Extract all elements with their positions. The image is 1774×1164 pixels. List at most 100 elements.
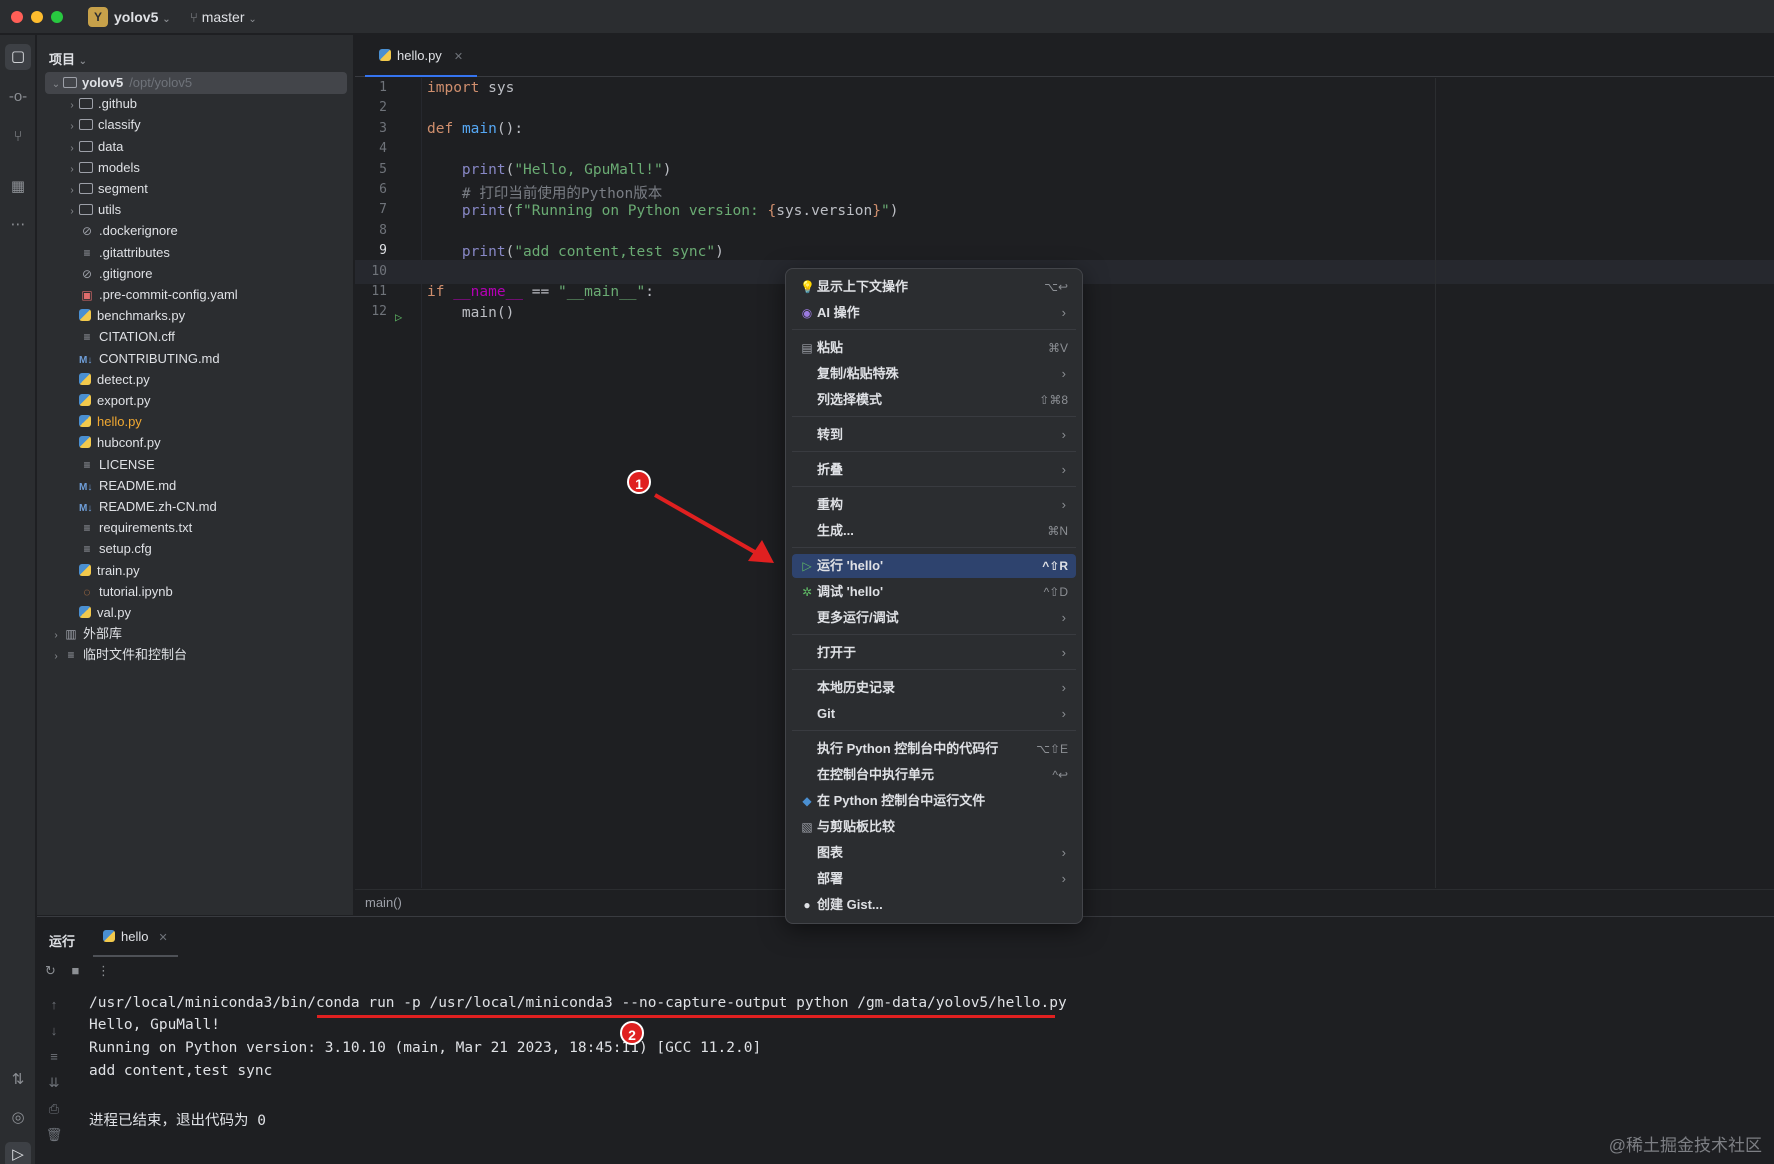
tree-item[interactable]: › .github bbox=[45, 93, 347, 115]
scroll-down-icon[interactable]: ↓ bbox=[45, 1023, 63, 1038]
tree-item[interactable]: › models bbox=[45, 157, 347, 179]
tree-item[interactable]: ◌ tutorial.ipynb bbox=[45, 581, 347, 603]
vcs-icon[interactable]: ⇅ bbox=[8, 1070, 28, 1090]
line-number: 10 bbox=[371, 263, 387, 279]
menu-item-0[interactable]: 💡 显示上下文操作 ⌥↩ bbox=[792, 275, 1076, 299]
close-window-button[interactable] bbox=[11, 11, 23, 23]
menu-item-7[interactable]: 重构 › bbox=[792, 493, 1076, 517]
line-number: 7 bbox=[379, 202, 387, 218]
tree-item[interactable]: › data bbox=[45, 136, 347, 158]
close-icon[interactable]: ✕ bbox=[158, 932, 167, 944]
menu-item-19[interactable]: 图表 › bbox=[792, 841, 1076, 865]
more-icon[interactable]: ⋯ bbox=[8, 215, 28, 235]
tree-item[interactable]: › segment bbox=[45, 178, 347, 200]
menu-item-5[interactable]: 转到 › bbox=[792, 423, 1076, 447]
menu-item-10[interactable]: ✲ 调试 'hello' ^⇧D bbox=[792, 580, 1076, 604]
run-toolbar: ↻ ■ ⋮ bbox=[45, 963, 110, 979]
menu-separator bbox=[792, 730, 1076, 731]
tree-item[interactable]: ⊘ .dockerignore bbox=[45, 220, 347, 242]
tree-scratches[interactable]: › ≡ 临时文件和控制台 bbox=[45, 644, 347, 666]
trash-icon[interactable]: 🗑 bbox=[45, 1127, 63, 1143]
tree-item[interactable]: ≡ .gitattributes bbox=[45, 242, 347, 264]
menu-item-label: 复制/粘贴特殊 bbox=[817, 366, 899, 381]
rerun-icon[interactable]: ↻ bbox=[45, 963, 56, 978]
minimize-window-button[interactable] bbox=[31, 11, 43, 23]
annotation-underline bbox=[317, 1015, 1055, 1018]
project-badge[interactable]: Y bbox=[88, 7, 108, 27]
branch-switcher[interactable]: ⑂ master ⌄ bbox=[190, 9, 257, 25]
menu-item-6[interactable]: 折叠 › bbox=[792, 458, 1076, 482]
structure-icon[interactable]: ▦ bbox=[8, 177, 28, 197]
commit-icon[interactable]: -o- bbox=[8, 87, 28, 107]
menu-item-shortcut: ⌥⇧E bbox=[1036, 742, 1068, 756]
menu-item-shortcut: ^⇧R bbox=[1042, 559, 1068, 573]
pull-requests-icon[interactable]: ⑂ bbox=[8, 127, 28, 147]
menu-item-14[interactable]: Git › bbox=[792, 702, 1076, 726]
menu-item-17[interactable]: ◆ 在 Python 控制台中运行文件 bbox=[792, 789, 1076, 813]
folder-icon bbox=[79, 140, 93, 152]
zoom-window-button[interactable] bbox=[51, 11, 63, 23]
tree-item[interactable]: ≡ requirements.txt bbox=[45, 517, 347, 539]
tree-item[interactable]: › utils bbox=[45, 199, 347, 221]
menu-item-12[interactable]: 打开于 › bbox=[792, 641, 1076, 665]
menu-item-15[interactable]: 执行 Python 控制台中的代码行 ⌥⇧E bbox=[792, 737, 1076, 761]
tree-item[interactable]: ≡ CITATION.cff bbox=[45, 326, 347, 348]
tree-item[interactable]: ≡ LICENSE bbox=[45, 454, 347, 476]
menu-item-1[interactable]: ◉ AI 操作 › bbox=[792, 301, 1076, 325]
menu-item-3[interactable]: 复制/粘贴特殊 › bbox=[792, 362, 1076, 386]
tree-item[interactable]: ≡ setup.cfg bbox=[45, 538, 347, 560]
menu-item-18[interactable]: ▧ 与剪贴板比较 bbox=[792, 815, 1076, 839]
print-icon[interactable]: ⎙ bbox=[45, 1101, 63, 1117]
tree-item[interactable]: export.py bbox=[45, 390, 347, 412]
console-line: Running on Python version: 3.10.10 (main… bbox=[89, 1040, 762, 1056]
tree-item[interactable]: M↓ README.zh-CN.md bbox=[45, 496, 347, 518]
run-gutter-icon[interactable]: ▷ bbox=[395, 310, 402, 324]
tree-item[interactable]: M↓ CONTRIBUTING.md bbox=[45, 348, 347, 370]
menu-item-9[interactable]: ▷ 运行 'hello' ^⇧R bbox=[792, 554, 1076, 578]
python-file-icon bbox=[79, 394, 91, 406]
tree-item[interactable]: val.py bbox=[45, 602, 347, 624]
line-number: 2 bbox=[379, 100, 387, 116]
run-tab-label: hello bbox=[121, 929, 149, 944]
python-file-icon bbox=[79, 372, 91, 385]
menu-item-8[interactable]: 生成... ⌘N bbox=[792, 519, 1076, 543]
folder-icon[interactable]: ▢ bbox=[5, 44, 31, 70]
tree-item[interactable]: › classify bbox=[45, 114, 347, 136]
stop-icon[interactable]: ■ bbox=[72, 963, 80, 978]
menu-item-16[interactable]: 在控制台中执行单元 ^↩ bbox=[792, 763, 1076, 787]
soft-wrap-icon[interactable]: ≡ bbox=[45, 1049, 63, 1064]
project-panel-title[interactable]: 项目 ⌄ bbox=[49, 49, 87, 68]
chevron-right-icon: › bbox=[1061, 462, 1066, 477]
tree-item-label: CONTRIBUTING.md bbox=[99, 350, 220, 366]
right-margin-guide bbox=[1435, 78, 1436, 888]
tree-external-libraries[interactable]: › ▥ 外部库 bbox=[45, 623, 347, 645]
tree-item[interactable]: hubconf.py bbox=[45, 432, 347, 454]
menu-item-20[interactable]: 部署 › bbox=[792, 867, 1076, 891]
menu-item-4[interactable]: 列选择模式 ⇧⌘8 bbox=[792, 388, 1076, 412]
tree-item[interactable]: benchmarks.py bbox=[45, 305, 347, 327]
tree-item[interactable]: train.py bbox=[45, 560, 347, 582]
tree-item[interactable]: hello.py bbox=[45, 411, 347, 433]
python-console-icon[interactable]: ◎ bbox=[8, 1108, 28, 1128]
tree-item[interactable]: ▣ .pre-commit-config.yaml bbox=[45, 284, 347, 306]
code-line-1: import sys bbox=[427, 80, 515, 96]
run-tool-icon[interactable]: ▷ bbox=[5, 1142, 31, 1164]
menu-item-11[interactable]: 更多运行/调试 › bbox=[792, 606, 1076, 630]
menu-item-13[interactable]: 本地历史记录 › bbox=[792, 676, 1076, 700]
menu-item-21[interactable]: ● 创建 Gist... bbox=[792, 893, 1076, 917]
tree-item[interactable]: ⊘ .gitignore bbox=[45, 263, 347, 285]
tree-item[interactable]: detect.py bbox=[45, 369, 347, 391]
run-tab-hello[interactable]: hello ✕ bbox=[93, 917, 178, 957]
scroll-up-icon[interactable]: ↑ bbox=[45, 997, 63, 1012]
tab-hello-py[interactable]: hello.py ✕ bbox=[365, 35, 478, 77]
scroll-to-end-icon[interactable]: ⇊ bbox=[45, 1075, 63, 1091]
more-options-icon[interactable]: ⋮ bbox=[97, 963, 110, 978]
tree-item-label: README.zh-CN.md bbox=[99, 499, 217, 514]
project-switcher[interactable]: yolov5 ⌄ bbox=[114, 9, 171, 25]
menu-item-label: 部署 bbox=[817, 871, 844, 886]
tab-label: hello.py bbox=[397, 48, 442, 63]
tree-item[interactable]: M↓ README.md bbox=[45, 475, 347, 497]
close-icon[interactable]: ✕ bbox=[454, 51, 463, 63]
menu-item-2[interactable]: ▤ 粘贴 ⌘V bbox=[792, 336, 1076, 360]
tree-root-yolov5[interactable]: ⌄ yolov5/opt/yolov5 bbox=[45, 72, 347, 94]
